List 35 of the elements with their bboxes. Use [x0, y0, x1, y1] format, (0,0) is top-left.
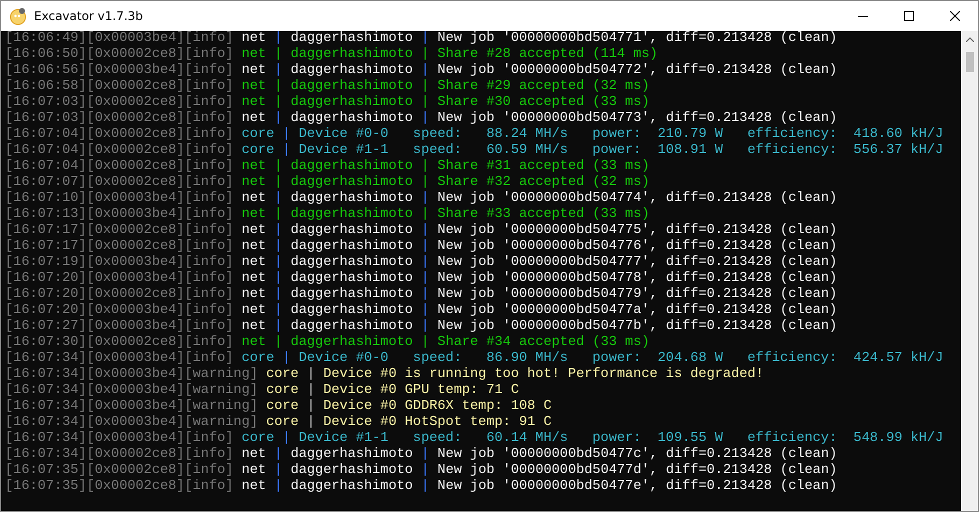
- log-line: [16:07:04][0x00002ce8][info] core | Device #0-0 speed: 88.24 MH/s power: 210.79 W efficiency: 418.60 kH/J: [5, 127, 944, 143]
- log-line: [16:06:58][0x00002ce8][info] net | daggerhashimoto | Share #29 accepted (32 ms): [5, 79, 651, 95]
- log-line: [16:07:34][0x00002ce8][info] net | daggerhashimoto | New job '00000000bd50477c', diff=0.213428 (clean): [5, 447, 838, 463]
- log-line: [16:07:17][0x00002ce8][info] net | daggerhashimoto | New job '00000000bd504776', diff=0.213428 (clean): [5, 239, 838, 255]
- log-line: [16:07:20][0x00002ce8][info] net | daggerhashimoto | New job '00000000bd504779', diff=0.213428 (clean): [5, 287, 838, 303]
- log-line: [16:07:19][0x00003be4][info] net | daggerhashimoto | New job '00000000bd504777', diff=0.213428 (clean): [5, 255, 838, 271]
- log-line: [16:07:34][0x00003be4][info] core | Device #0-0 speed: 86.90 MH/s power: 204.68 W efficiency: 424.57 kH/J: [5, 351, 944, 367]
- log-line: [16:07:34][0x00003be4][info] core | Device #1-1 speed: 60.14 MH/s power: 109.55 W efficiency: 548.99 kH/J: [5, 431, 944, 447]
- window-title: Excavator v1.7.3b: [34, 9, 144, 23]
- log-line: [16:07:04][0x00002ce8][info] net | daggerhashimoto | Share #31 accepted (33 ms): [5, 159, 651, 175]
- log-line: [16:07:30][0x00002ce8][info] net | daggerhashimoto | Share #34 accepted (33 ms): [5, 335, 651, 351]
- log-line: [16:07:34][0x00003be4][warning] core | Device #0 HotSpot temp: 91 C: [5, 415, 553, 431]
- log-line: [16:07:27][0x00003be4][info] net | daggerhashimoto | New job '00000000bd50477b', diff=0.213428 (clean): [5, 319, 838, 335]
- log-line: [16:07:17][0x00002ce8][info] net | daggerhashimoto | New job '00000000bd504775', diff=0.213428 (clean): [5, 223, 838, 239]
- log-line: [16:07:03][0x00002ce8][info] net | daggerhashimoto | New job '00000000bd504773', diff=0.213428 (clean): [5, 111, 838, 127]
- log-line: [16:07:20][0x00003be4][info] net | daggerhashimoto | New job '00000000bd504778', diff=0.213428 (clean): [5, 271, 838, 287]
- log-line: [16:06:56][0x00003be4][info] net | daggerhashimoto | New job '00000000bd504772', diff=0.213428 (clean): [5, 63, 838, 79]
- log-line: [16:07:07][0x00002ce8][info] net | daggerhashimoto | Share #32 accepted (32 ms): [5, 175, 651, 191]
- log-line: [16:07:34][0x00003be4][warning] core | Device #0 is running too hot! Performance is degraded!: [5, 367, 765, 383]
- maximize-icon: [904, 11, 914, 21]
- log-line: [16:07:34][0x00003be4][warning] core | Device #0 GPU temp: 71 C: [5, 383, 520, 399]
- log-line: [16:07:10][0x00003be4][info] net | daggerhashimoto | New job '00000000bd504774', diff=0.213428 (clean): [5, 191, 838, 207]
- close-icon: [950, 11, 960, 21]
- log-line: [16:07:34][0x00003be4][warning] core | Device #0 GDDR6X temp: 108 C: [5, 399, 553, 415]
- log-line: [16:07:35][0x00002ce8][info] net | daggerhashimoto | New job '00000000bd50477d', diff=0.213428 (clean): [5, 463, 838, 479]
- log-line: [16:07:20][0x00003be4][info] net | daggerhashimoto | New job '00000000bd50477a', diff=0.213428 (clean): [5, 303, 838, 319]
- log-line: [16:07:03][0x00002ce8][info] net | daggerhashimoto | Share #30 accepted (33 ms): [5, 95, 651, 111]
- app-icon: [9, 7, 27, 25]
- scrollbar[interactable]: [961, 31, 978, 511]
- scroll-thumb[interactable]: [966, 52, 974, 72]
- log-line: [16:06:50][0x00002ce8][info] net | daggerhashimoto | Share #28 accepted (114 ms): [5, 47, 659, 63]
- log-line: [16:07:13][0x00003be4][info] net | daggerhashimoto | Share #33 accepted (33 ms): [5, 207, 651, 223]
- log-line: [16:07:04][0x00002ce8][info] core | Device #1-1 speed: 60.59 MH/s power: 108.91 W efficiency: 556.37 kH/J: [5, 143, 944, 159]
- log-line: [16:06:49][0x00003be4][info] net | daggerhashimoto | New job '00000000bd504771', diff=0.213428 (clean): [5, 31, 838, 47]
- log-line: [16:07:35][0x00002ce8][info] net | daggerhashimoto | New job '00000000bd50477e', diff=0.213428 (clean): [5, 479, 838, 495]
